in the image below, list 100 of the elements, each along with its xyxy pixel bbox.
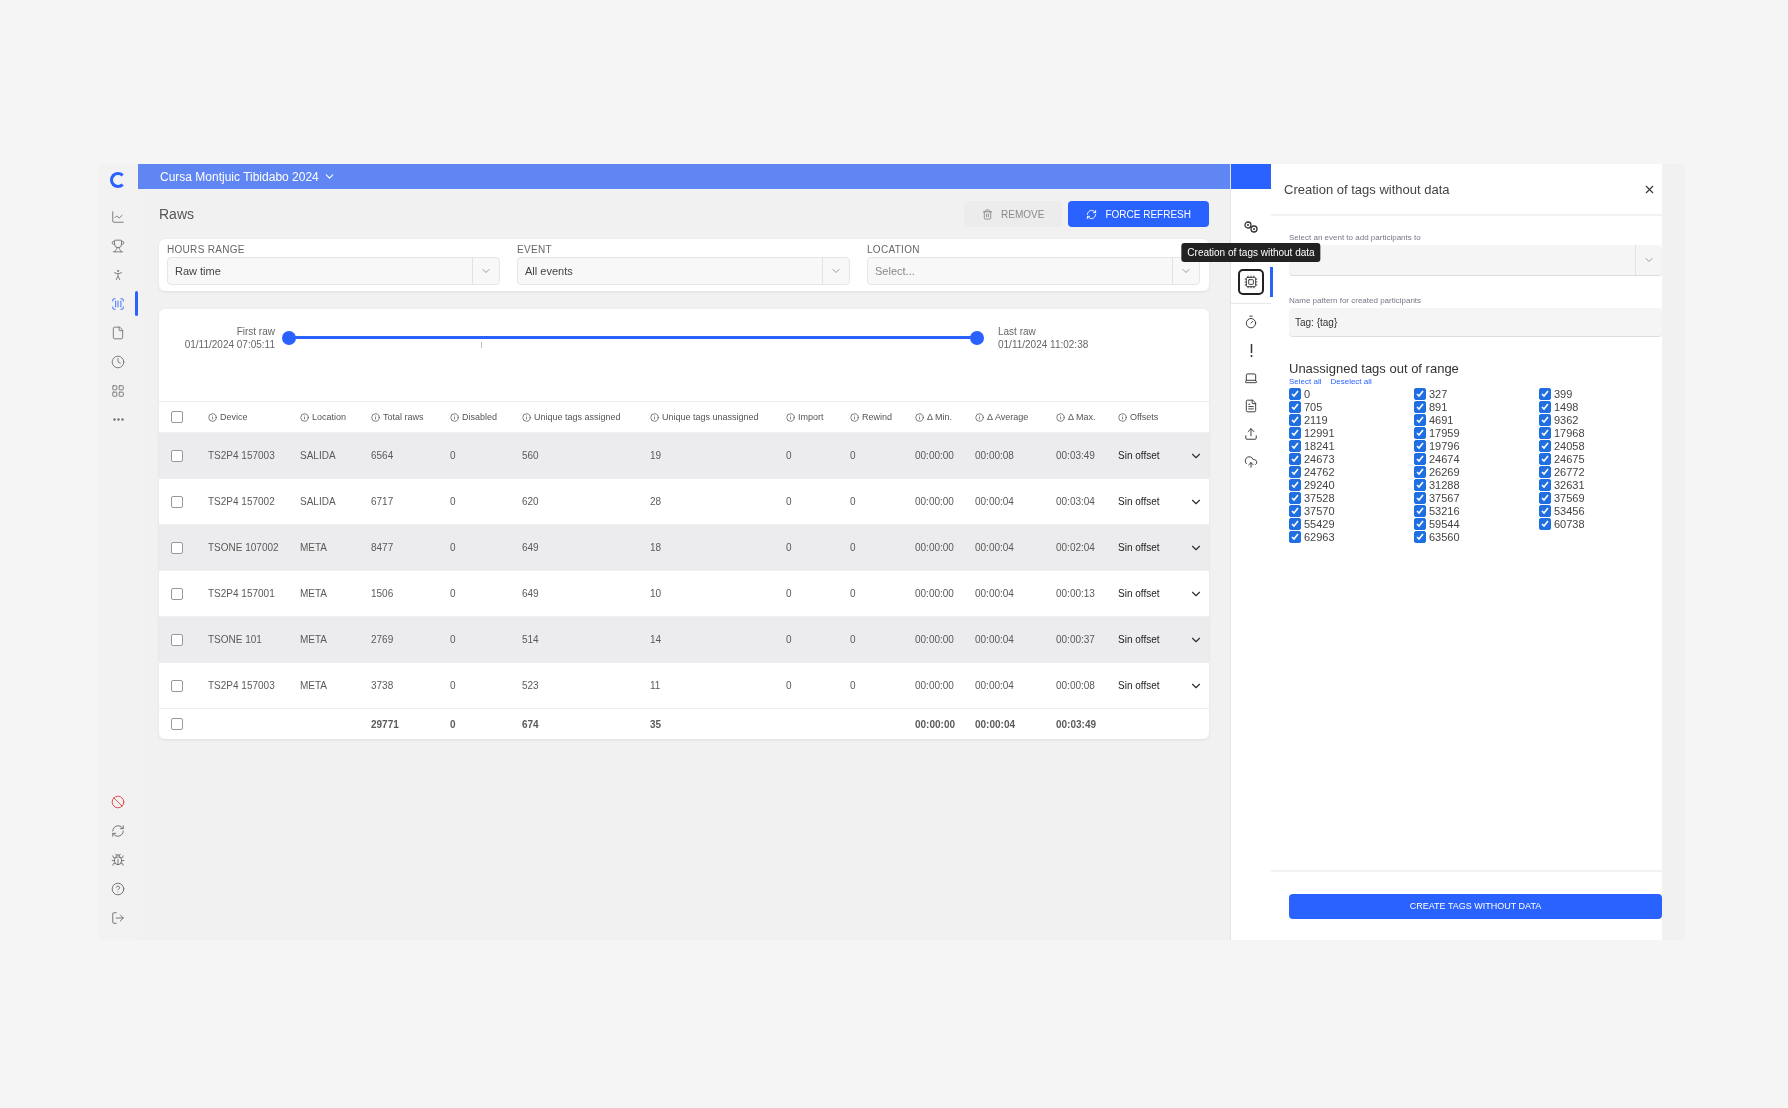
filter-select[interactable]: Select... <box>867 257 1200 285</box>
table-cell-text: 0 <box>786 680 793 691</box>
table-cell-text: 0 <box>786 542 793 553</box>
offset-select[interactable]: Sin offset <box>1118 634 1160 645</box>
range-time: 01/11/2024 07:05:11 <box>184 338 275 351</box>
panel-title: Creation of tags without data <box>1284 181 1450 197</box>
table-cell-text: 00:03:04 <box>1056 496 1096 507</box>
table-cell-text: 0 <box>450 588 457 599</box>
create-button[interactable]: CREATE TAGS WITHOUT DATA <box>1289 893 1662 919</box>
column-header: Import <box>786 412 850 422</box>
table-cell-text: TS2P4 157002 <box>208 496 276 507</box>
total-cell-text: 35 <box>650 718 663 730</box>
table-cell-text: META <box>300 542 329 553</box>
table-cell-text: META <box>300 680 329 691</box>
table-cell-text: 6717 <box>371 496 395 507</box>
column-header: Rewind <box>850 412 915 422</box>
column-header: Disabled <box>450 412 522 422</box>
tag-label: 19796 <box>1429 439 1460 452</box>
table-cell-text: 0 <box>786 450 793 461</box>
tag-label: 62963 <box>1304 530 1335 543</box>
total-cell-text: 29771 <box>371 718 400 730</box>
table-cell-text: 00:00:00 <box>915 588 955 599</box>
table-cell-text: SALIDA <box>300 496 337 507</box>
tag-label: 53456 <box>1554 504 1585 517</box>
table-cell-text: 00:00:04 <box>975 496 1015 507</box>
table-cell-text: 00:00:00 <box>915 450 955 461</box>
select-all-link[interactable]: Select all <box>1289 377 1322 386</box>
table-cell-text: 0 <box>786 496 793 507</box>
field-label: Select an event to add participants to <box>1289 233 1422 243</box>
table-cell-text: TSONE 101 <box>208 634 263 645</box>
tag-label: 53216 <box>1429 504 1460 517</box>
table-cell-text: 2769 <box>371 634 395 645</box>
offset-select[interactable]: Sin offset <box>1118 680 1160 691</box>
table-cell-text: 3738 <box>371 680 395 691</box>
filter-label: HOURS RANGE <box>167 244 246 255</box>
table-cell-text: 00:00:37 <box>1056 634 1096 645</box>
tag-label: 12991 <box>1304 426 1335 439</box>
table-cell-text: 0 <box>786 588 793 599</box>
filter-select[interactable]: All events <box>517 257 850 285</box>
table-cell-text: 0 <box>450 634 457 645</box>
name-pattern-field[interactable]: Tag: {tag} <box>1289 308 1662 337</box>
deselect-all-link[interactable]: Deselect all <box>1330 377 1372 386</box>
table-cell-text: 19 <box>650 450 663 461</box>
offset-select[interactable]: Sin offset <box>1118 496 1160 507</box>
table-cell-text: 10 <box>650 588 663 599</box>
offset-select[interactable]: Sin offset <box>1118 588 1160 599</box>
tag-label: 705 <box>1304 400 1323 413</box>
table-cell-text: 0 <box>850 634 857 645</box>
tag-label: 17959 <box>1429 426 1460 439</box>
table-cell-text: TS2P4 157001 <box>208 588 276 599</box>
column-header: Location <box>300 412 371 422</box>
table-cell-text: 00:03:49 <box>1056 450 1096 461</box>
table-cell-text: 11 <box>650 680 662 691</box>
tag-label: 18241 <box>1304 439 1335 452</box>
table-cell-text: 0 <box>450 450 457 461</box>
page-title: Raws <box>159 206 194 222</box>
column-header: Δ Min. <box>915 412 975 422</box>
table-cell-text: 1506 <box>371 588 395 599</box>
tag-label: 327 <box>1429 387 1448 400</box>
tag-label: 31288 <box>1429 478 1460 491</box>
tag-label: 55429 <box>1304 517 1335 530</box>
table-cell-text: 0 <box>450 542 457 553</box>
tag-label: 63560 <box>1429 530 1460 543</box>
section-heading: Unassigned tags out of range <box>1289 361 1460 376</box>
column-header: Unique tags unassigned <box>650 412 786 422</box>
tag-label: 59544 <box>1429 517 1460 530</box>
table-cell-text: META <box>300 588 329 599</box>
tag-label: 891 <box>1429 400 1448 413</box>
table-cell-text: 00:00:08 <box>975 450 1015 461</box>
table-cell-text: 0 <box>850 496 857 507</box>
total-cell-text: 00:00:04 <box>975 718 1017 730</box>
refresh-button[interactable]: FORCE REFRESH <box>1068 201 1209 227</box>
tag-label: 24673 <box>1304 452 1335 465</box>
filter-label: EVENT <box>517 244 553 255</box>
tag-label: 2119 <box>1304 413 1328 426</box>
offset-select[interactable]: Sin offset <box>1118 542 1160 553</box>
total-cell-text: 674 <box>522 718 540 730</box>
tag-label: 26772 <box>1554 465 1585 478</box>
tag-label: 37569 <box>1554 491 1585 504</box>
filter-select[interactable]: Raw time <box>167 257 500 285</box>
offset-select[interactable]: Sin offset <box>1118 450 1160 461</box>
tag-label: 32631 <box>1554 478 1585 491</box>
table-cell-text: 00:00:08 <box>1056 680 1096 691</box>
table-cell-text: 18 <box>650 542 663 553</box>
table-cell-text: 00:00:04 <box>975 542 1015 553</box>
table-cell-text: 0 <box>850 680 857 691</box>
table-cell-text: 14 <box>650 634 663 645</box>
table-cell-text: 00:00:04 <box>975 634 1015 645</box>
table-cell-text: TS2P4 157003 <box>208 450 276 461</box>
table-cell-text: 28 <box>650 496 663 507</box>
table-cell-text: 560 <box>522 450 540 461</box>
table-cell-text: 0 <box>850 588 857 599</box>
tag-label: 37570 <box>1304 504 1335 517</box>
table-cell-text: 649 <box>522 588 540 599</box>
table-cell-text: 00:00:00 <box>915 634 955 645</box>
tag-label: 4691 <box>1429 413 1454 426</box>
total-cell-text: 00:03:49 <box>1056 718 1098 730</box>
table-cell-text: 523 <box>522 680 540 691</box>
tag-label: 60738 <box>1554 517 1585 530</box>
table-cell-text: 0 <box>450 680 457 691</box>
